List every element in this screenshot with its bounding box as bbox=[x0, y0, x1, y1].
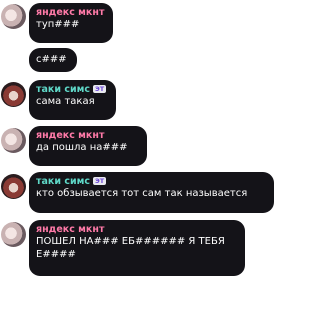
message-text: ПОШЕЛ НА### ЕБ###### Я ТЕБЯ Е#### bbox=[36, 236, 225, 260]
avatar[interactable] bbox=[1, 82, 26, 107]
message-bubble[interactable]: яндекс мкнт да пошла на### bbox=[29, 126, 147, 166]
avatar[interactable] bbox=[1, 222, 26, 247]
author-name[interactable]: яндекс мкнт bbox=[36, 130, 140, 142]
message-text: да пошла на### bbox=[36, 142, 128, 153]
author-name[interactable]: яндекс мкнт bbox=[36, 7, 106, 19]
author-name[interactable]: яндекс мкнт bbox=[36, 224, 238, 236]
message-bubble[interactable]: таки симс ЭТ сама такая bbox=[29, 80, 116, 120]
app-badge-icon: ЭТ bbox=[93, 85, 107, 93]
message-bubble[interactable]: таки симс ЭТ кто обзывается тот сам так н… bbox=[29, 172, 274, 213]
message-text: кто обзывается тот сам так называется bbox=[36, 188, 248, 199]
message-text: туп### bbox=[36, 19, 80, 30]
message-text: сама такая bbox=[36, 96, 95, 107]
message-bubble[interactable]: яндекс мкнт ПОШЕЛ НА### ЕБ###### Я ТЕБЯ … bbox=[29, 220, 245, 276]
avatar[interactable] bbox=[1, 128, 26, 153]
app-badge-icon: ЭТ bbox=[93, 177, 107, 185]
message-text: с### bbox=[36, 54, 67, 65]
message-bubble[interactable]: яндекс мкнт туп### bbox=[29, 3, 113, 43]
author-name[interactable]: таки симс ЭТ bbox=[36, 84, 109, 96]
message-bubble[interactable]: с### bbox=[29, 48, 77, 72]
avatar[interactable] bbox=[1, 4, 26, 29]
avatar[interactable] bbox=[1, 174, 26, 199]
author-name[interactable]: таки симс ЭТ bbox=[36, 176, 267, 188]
